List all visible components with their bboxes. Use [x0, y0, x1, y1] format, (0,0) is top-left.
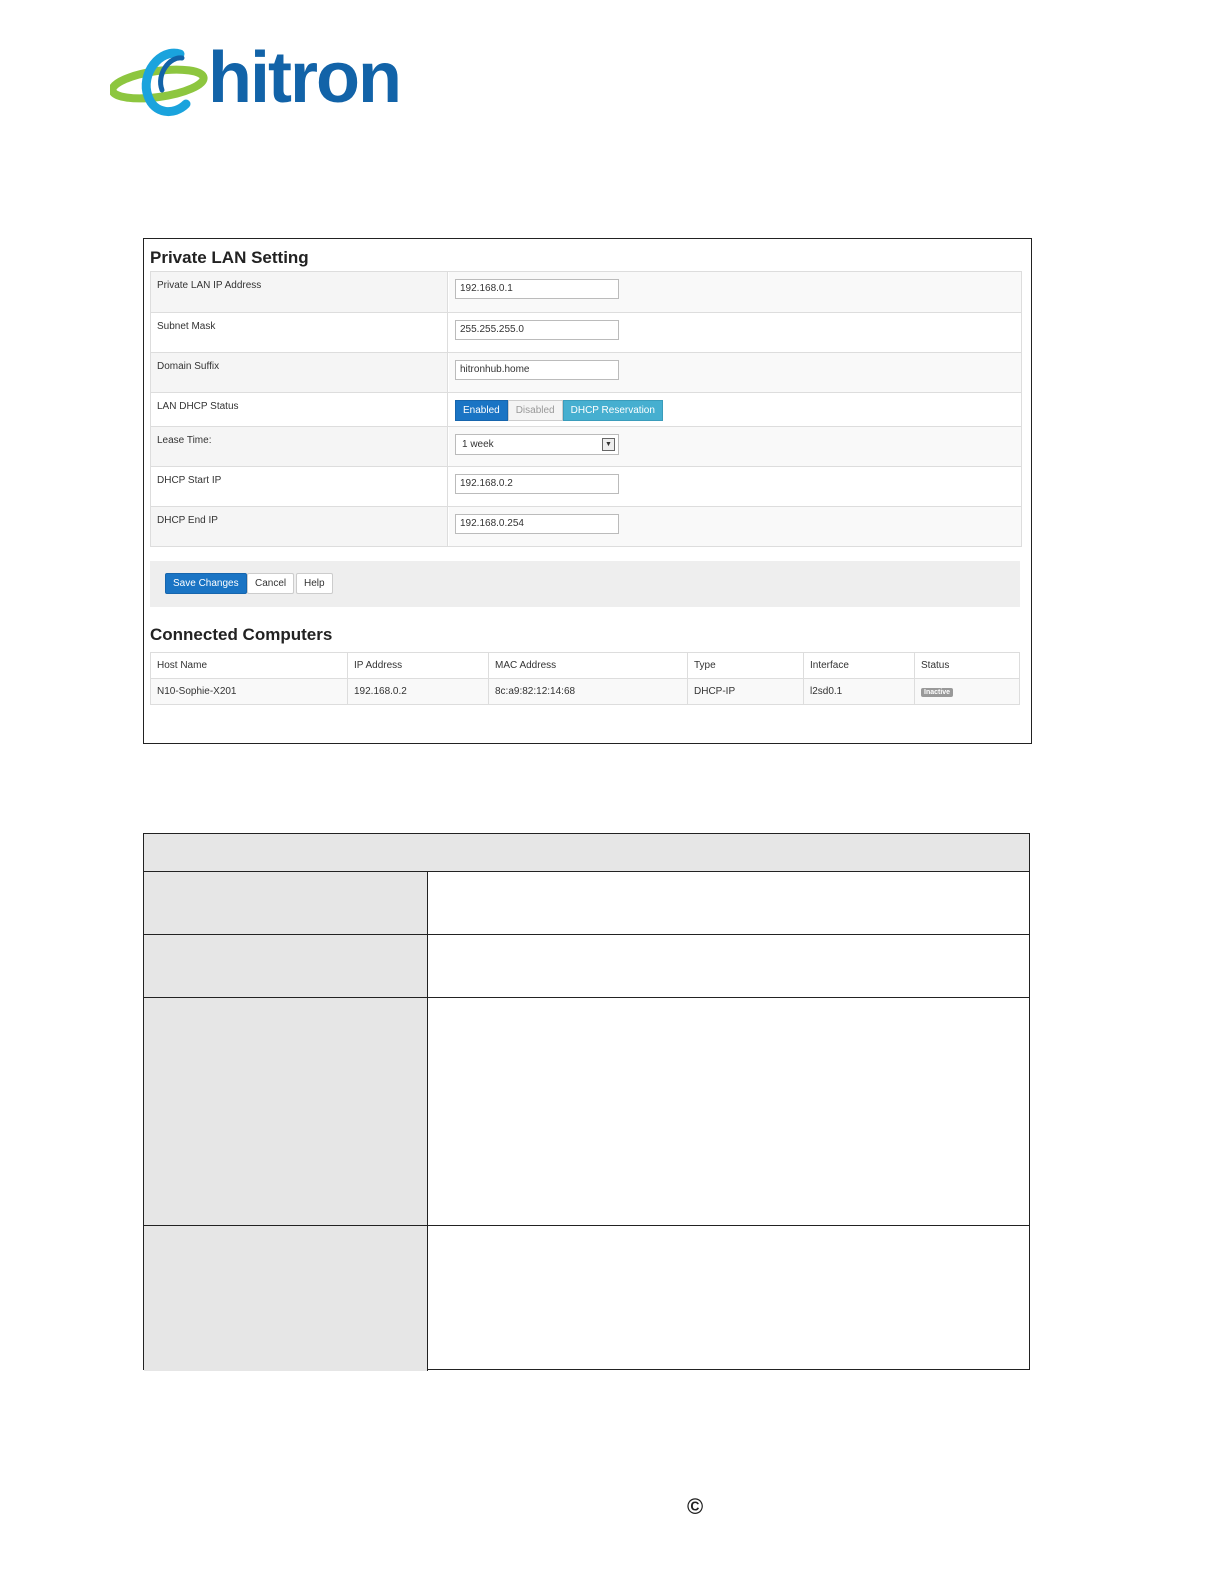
hitron-logo: hitron [110, 38, 430, 120]
row-lan-ip: Private LAN IP Address 192.168.0.1 [151, 272, 1021, 312]
field-label: Domain Suffix [151, 353, 448, 392]
column-header: MAC Address [488, 652, 688, 679]
row-divider [144, 1225, 1029, 1226]
field-label: Private LAN IP Address [151, 272, 448, 312]
type-cell: DHCP-IP [687, 678, 804, 705]
row-divider [144, 997, 1029, 998]
row-start-ip: DHCP Start IP 192.168.0.2 [151, 466, 1021, 506]
dhcp-enabled-button[interactable]: Enabled [455, 400, 508, 421]
router-screenshot: Private LAN Setting Private LAN IP Addre… [143, 238, 1032, 744]
description-table [143, 833, 1030, 1371]
column-header: Host Name [150, 652, 348, 679]
page-title: Private LAN Setting [150, 248, 309, 267]
column-header: Status [914, 652, 1020, 679]
column-header: Interface [803, 652, 915, 679]
lease-time-select[interactable]: 1 week ▼ [455, 434, 619, 455]
status-cell: Inactive [914, 678, 1020, 705]
dhcp-status-toggle: Enabled Disabled DHCP Reservation [455, 400, 663, 421]
row-lease-time: Lease Time: 1 week ▼ [151, 426, 1021, 466]
row-domain: Domain Suffix hitronhub.home [151, 352, 1021, 392]
copyright-symbol: © [687, 1494, 704, 1519]
action-bar: Save Changes Cancel Help [150, 561, 1020, 607]
connected-computers-title: Connected Computers [150, 625, 333, 644]
row-divider [144, 934, 1029, 935]
logo-wordmark: hitron [208, 38, 402, 118]
dhcp-start-ip-input[interactable]: 192.168.0.2 [455, 474, 619, 494]
chevron-down-icon[interactable]: ▼ [602, 438, 615, 451]
status-badge: Inactive [921, 688, 954, 697]
row-subnet: Subnet Mask 255.255.255.0 [151, 312, 1021, 352]
dhcp-end-ip-input[interactable]: 192.168.0.254 [455, 514, 619, 534]
help-button[interactable]: Help [296, 573, 333, 594]
table-header [144, 834, 1029, 872]
mac-cell: 8c:a9:82:12:14:68 [488, 678, 688, 705]
save-changes-button[interactable]: Save Changes [165, 573, 247, 594]
lan-settings-form: Private LAN IP Address 192.168.0.1 Subne… [150, 271, 1022, 547]
lan-ip-input[interactable]: 192.168.0.1 [455, 279, 619, 299]
label-column [144, 872, 428, 1371]
table-row: N10-Sophie-X201 192.168.0.2 8c:a9:82:12:… [150, 678, 1020, 705]
field-label: Subnet Mask [151, 313, 448, 352]
table-header-row: Host Name IP Address MAC Address Type In… [150, 652, 1020, 679]
field-label: DHCP End IP [151, 507, 448, 546]
row-end-ip: DHCP End IP 192.168.0.254 [151, 506, 1021, 546]
column-header: IP Address [347, 652, 489, 679]
connected-computers-table: Host Name IP Address MAC Address Type In… [150, 652, 1020, 705]
field-label: DHCP Start IP [151, 467, 448, 506]
interface-cell: l2sd0.1 [803, 678, 915, 705]
lease-time-value: 1 week [462, 439, 494, 450]
logo-swoosh-icon [110, 48, 208, 116]
dhcp-reservation-button[interactable]: DHCP Reservation [562, 400, 663, 421]
dhcp-disabled-button[interactable]: Disabled [507, 400, 563, 421]
column-header: Type [687, 652, 804, 679]
field-label: LAN DHCP Status [151, 393, 448, 426]
field-label: Lease Time: [151, 427, 448, 466]
subnet-mask-input[interactable]: 255.255.255.0 [455, 320, 619, 340]
domain-suffix-input[interactable]: hitronhub.home [455, 360, 619, 380]
host-name-cell: N10-Sophie-X201 [150, 678, 348, 705]
ip-cell: 192.168.0.2 [347, 678, 489, 705]
row-dhcp-status: LAN DHCP Status Enabled Disabled DHCP Re… [151, 392, 1021, 426]
cancel-button[interactable]: Cancel [247, 573, 295, 594]
